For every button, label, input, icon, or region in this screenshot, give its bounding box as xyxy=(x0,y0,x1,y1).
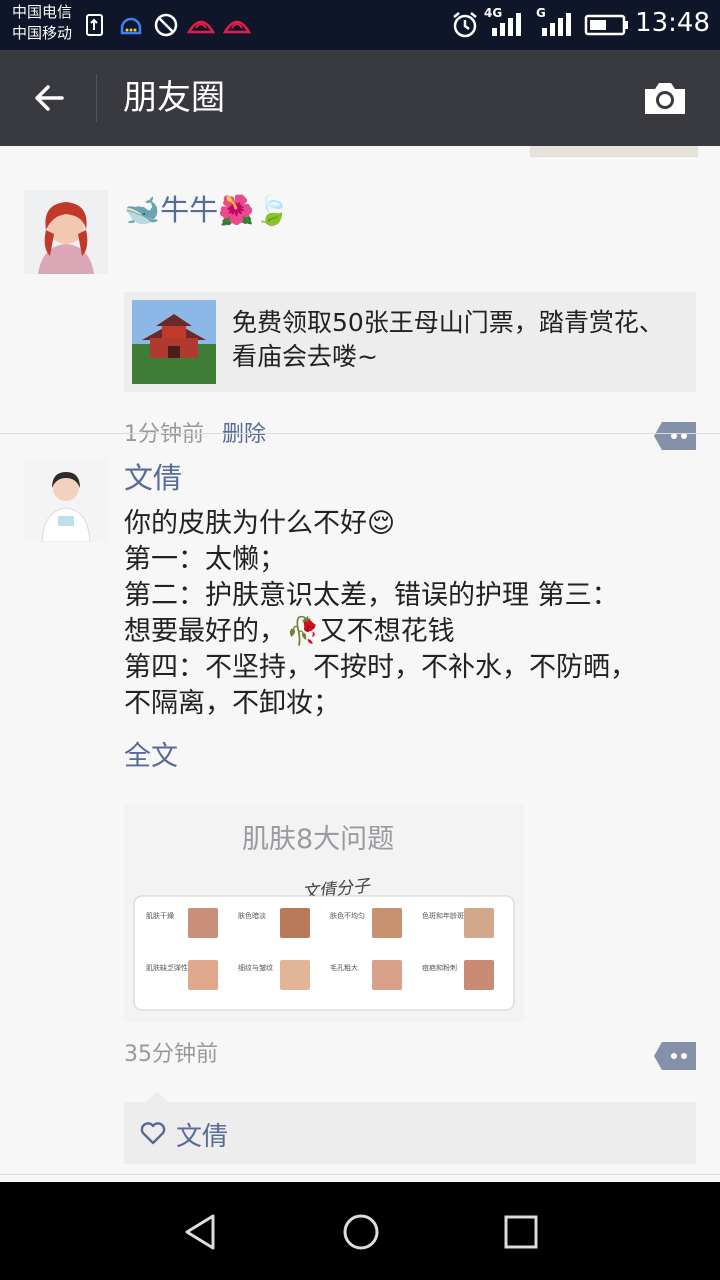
post-author[interactable]: 🐋牛牛🌺🍃 xyxy=(124,190,290,230)
post-separator xyxy=(0,433,720,434)
post-text-line: 不隔离，不卸妆； xyxy=(124,688,340,719)
carrier-1: 中国电信 xyxy=(12,3,73,21)
delete-link[interactable]: 删除 xyxy=(222,422,266,447)
post-meta: 1分钟前 删除 xyxy=(124,416,266,448)
link-title: 免费领取50张王母山门票，踏青赏花、看庙会去喽~ xyxy=(232,308,664,371)
tile-label: 色斑和年龄斑 xyxy=(422,911,464,920)
post-separator xyxy=(0,1174,720,1175)
battery-icon xyxy=(584,14,628,36)
tile-label: 痘疤和粉刺 xyxy=(422,963,457,972)
moment-post: 🐋牛牛🌺🍃 免费领取50张王母山门票，踏青赏花、看庙会去喽~ 1分钟前 删除 xyxy=(0,186,720,450)
blocked-app-icon xyxy=(154,13,178,37)
page-title: 朋友圈 xyxy=(123,78,225,118)
image-heading: 肌肤8大问题 xyxy=(242,824,394,855)
heart-icon xyxy=(140,1122,166,1145)
tile-skin-sample xyxy=(280,960,310,990)
post-text: 你的皮肤为什么不好😌 第一：太懒； 第二：护肤意识太差，错误的护理 第三： 想要… xyxy=(124,506,704,722)
back-arrow-icon[interactable] xyxy=(30,78,70,118)
post-text-line: 第二：护肤意识太差，错误的护理 第三： xyxy=(124,580,619,611)
tile-label: 肌肤干燥 xyxy=(146,911,174,920)
nav-back-icon[interactable] xyxy=(181,1212,221,1252)
moment-post: 文倩 你的皮肤为什么不好😌 第一：太懒； 第二：护肤意识太差，错误的护理 第三：… xyxy=(0,458,720,1178)
system-nav-bar xyxy=(0,1182,720,1280)
post-time: 35分钟前 xyxy=(124,1042,218,1067)
tile-skin-sample xyxy=(280,908,310,938)
app-bar: 朋友圈 xyxy=(0,50,720,146)
comment-more-icon[interactable] xyxy=(654,422,696,450)
comment-more-icon[interactable] xyxy=(654,1042,696,1070)
post-text-line: 第四：不坚持，不按时，不补水，不防晒， xyxy=(124,652,637,683)
sim-card-icon xyxy=(86,14,103,36)
carrier-info: 中国电信 中国移动 xyxy=(12,2,72,44)
app-notification-icon xyxy=(186,20,216,34)
post-text-line: 想要最好的，🥀又不想花钱 xyxy=(124,616,455,647)
full-text-link[interactable]: 全文 xyxy=(124,734,178,773)
camera-icon[interactable] xyxy=(642,80,688,116)
tile-skin-sample xyxy=(372,908,402,938)
tile-skin-sample xyxy=(464,908,494,938)
signal-strength-icon xyxy=(492,13,521,36)
liker-name[interactable]: 文倩 xyxy=(176,1116,228,1153)
post-time: 1分钟前 xyxy=(124,422,204,447)
tile-skin-sample xyxy=(464,960,494,990)
nav-home-icon[interactable] xyxy=(341,1212,381,1252)
post-meta: 35分钟前 xyxy=(124,1036,218,1068)
tile-label: 肤色暗淡 xyxy=(238,911,266,920)
signal-strength-icon-2 xyxy=(542,13,571,36)
moments-feed[interactable]: 🐋牛牛🌺🍃 免费领取50张王母山门票，踏青赏花、看庙会去喽~ 1分钟前 删除 文… xyxy=(0,146,720,1182)
post-image[interactable]: 肌肤8大问题 文倩分子 肌肤干燥 肤色暗淡 肤色不均匀 色斑和年龄斑 肌肤缺乏弹性 细纹与… xyxy=(124,804,524,1022)
post-text-line: 第一：太懒； xyxy=(124,544,286,575)
clock: 13:48 xyxy=(635,8,710,38)
nav-recents-icon[interactable] xyxy=(501,1212,541,1252)
avatar[interactable] xyxy=(24,190,108,274)
avatar[interactable] xyxy=(24,458,108,542)
post-author[interactable]: 文倩 xyxy=(124,458,182,498)
link-card[interactable]: 免费领取50张王母山门票，踏青赏花、看庙会去喽~ xyxy=(124,292,696,392)
status-bar: 中国电信 中国移动 4G G 13:48 xyxy=(0,0,720,50)
alarm-icon xyxy=(453,12,477,38)
likes-box-pointer xyxy=(146,1091,168,1102)
carrier-2: 中国移动 xyxy=(12,24,73,42)
tile-skin-sample xyxy=(188,960,218,990)
notification-app-icon xyxy=(120,17,142,35)
tile-label: 肌肤缺乏弹性 xyxy=(146,963,188,972)
tile-skin-sample xyxy=(188,908,218,938)
post-text-line: 你的皮肤为什么不好😌 xyxy=(124,508,396,539)
likes-box: 文倩 xyxy=(124,1091,696,1164)
previous-post-image[interactable] xyxy=(530,146,698,157)
app-bar-divider xyxy=(96,74,97,122)
tile-label: 细纹与皱纹 xyxy=(238,963,273,972)
tile-label: 毛孔粗大 xyxy=(330,963,358,972)
app-notification-icon-2 xyxy=(222,20,252,34)
tile-label: 肤色不均匀 xyxy=(330,911,365,920)
tile-skin-sample xyxy=(372,960,402,990)
link-thumbnail xyxy=(132,300,216,384)
